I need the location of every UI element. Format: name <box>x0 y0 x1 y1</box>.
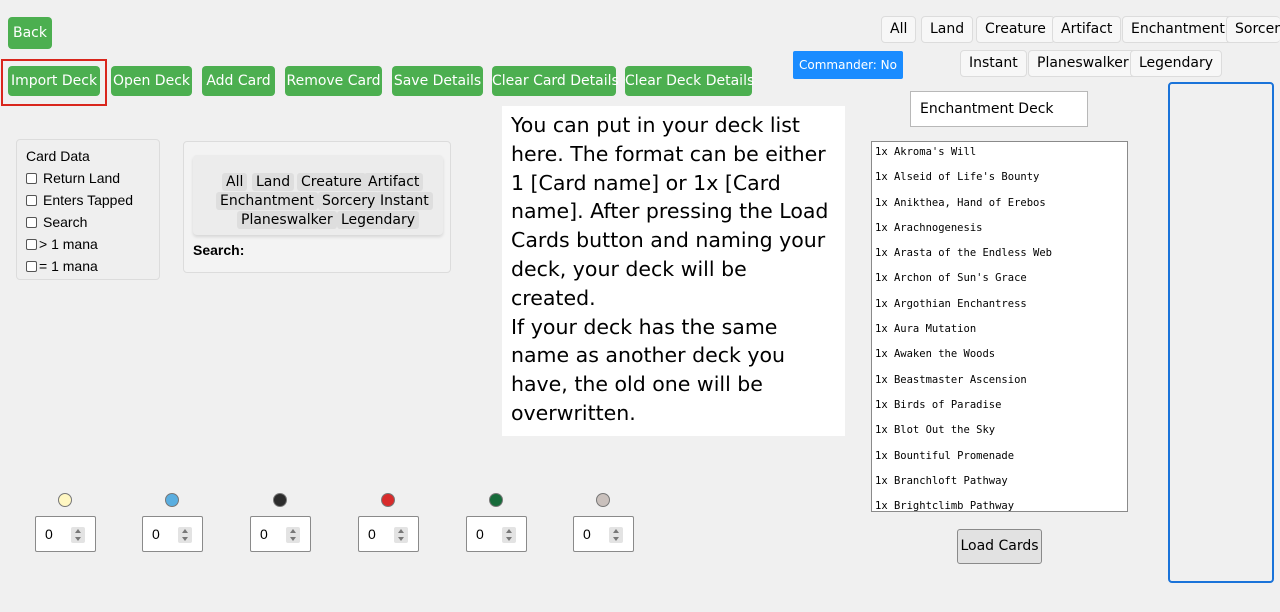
deck-list-line: 1x Beastmaster Ascension <box>875 373 1027 386</box>
search-checkbox[interactable] <box>26 216 37 228</box>
deck-list-line: 1x Akroma's Will <box>875 146 977 158</box>
search-filter-creature[interactable]: Creature <box>297 173 366 191</box>
deck-list-line: 1x Bountiful Promenade <box>875 449 1015 462</box>
mana-count-input[interactable]: 0 <box>35 516 96 552</box>
mana-count-value: 0 <box>583 526 591 542</box>
spinner-arrows-icon[interactable] <box>502 527 516 543</box>
filter-enchantment[interactable]: Enchantment <box>1122 16 1234 43</box>
enters-tapped-option[interactable]: Enters Tapped <box>26 189 150 211</box>
search-filter-artifact[interactable]: Artifact <box>364 173 424 191</box>
option-label: = 1 mana <box>39 258 98 274</box>
mana-count-input[interactable]: 0 <box>250 516 311 552</box>
mana-count-value: 0 <box>45 526 53 542</box>
card-data-panel: Card Data Return Land Enters Tapped Sear… <box>16 139 160 280</box>
mana-count-input[interactable]: 0 <box>466 516 527 552</box>
deck-list-line: 1x Birds of Paradise <box>875 398 1002 411</box>
equal-1-mana-option[interactable]: = 1 mana <box>26 255 150 277</box>
add-card-button[interactable]: Add Card <box>202 66 275 96</box>
instructions-paragraph: If your deck has the same name as anothe… <box>511 314 786 425</box>
remove-card-button[interactable]: Remove Card <box>285 66 382 96</box>
search-filter-all[interactable]: All <box>222 173 248 191</box>
spinner-arrows-icon[interactable] <box>71 527 85 543</box>
colorless-mana-icon <box>596 493 610 507</box>
return-land-checkbox[interactable] <box>26 172 37 184</box>
instructions-text: You can put in your deck list here. The … <box>502 106 845 436</box>
search-filter-enchantment[interactable]: Enchantment <box>216 192 318 210</box>
spinner-arrows-icon[interactable] <box>394 527 408 543</box>
filter-instant[interactable]: Instant <box>960 50 1027 77</box>
equal-1-mana-checkbox[interactable] <box>26 260 37 272</box>
card-data-title: Card Data <box>26 148 90 164</box>
search-label: Search: <box>193 242 245 258</box>
commander-toggle-button[interactable]: Commander: No <box>793 51 903 79</box>
deck-list-line: 1x Archon of Sun's Grace <box>875 272 1027 285</box>
search-filter-land[interactable]: Land <box>252 173 295 191</box>
mana-count-value: 0 <box>368 526 376 542</box>
deck-list-line: 1x Arachnogenesis <box>875 221 983 234</box>
deck-name-input[interactable]: Enchantment Deck <box>910 91 1088 127</box>
filter-artifact[interactable]: Artifact <box>1052 16 1122 43</box>
red-mana-icon <box>381 493 395 507</box>
mana-count-value: 0 <box>152 526 160 542</box>
mana-count-input[interactable]: 0 <box>142 516 203 552</box>
option-label: > 1 mana <box>39 236 98 252</box>
search-filter-instant[interactable]: Instant <box>376 192 433 210</box>
instructions-paragraph: You can put in your deck list here. The … <box>511 113 829 310</box>
search-option[interactable]: Search <box>26 211 150 233</box>
filter-sorcery[interactable]: Sorcery <box>1226 16 1280 43</box>
deck-list-line: 1x Alseid of Life's Bounty <box>875 171 1040 184</box>
greater-than-1-mana-checkbox[interactable] <box>26 238 37 250</box>
mana-count-input[interactable]: 0 <box>358 516 419 552</box>
deck-list-line: 1x Branchloft Pathway <box>875 474 1008 487</box>
option-label: Search <box>43 214 88 230</box>
filter-planeswalker[interactable]: Planeswalker <box>1028 50 1138 77</box>
blue-mana-icon <box>165 493 179 507</box>
mana-count-input[interactable]: 0 <box>573 516 634 552</box>
load-cards-button[interactable]: Load Cards <box>957 529 1042 564</box>
search-filter-legendary[interactable]: Legendary <box>337 211 420 229</box>
search-filter-sorcery[interactable]: Sorcery <box>318 192 380 210</box>
mana-count-value: 0 <box>260 526 268 542</box>
deck-list-line: 1x Anikthea, Hand of Erebos <box>875 196 1046 209</box>
mana-count-value: 0 <box>476 526 484 542</box>
black-mana-icon <box>273 493 287 507</box>
deck-list-line: 1x Awaken the Woods <box>875 348 996 361</box>
back-button[interactable]: Back <box>8 17 52 49</box>
deck-list-line: 1x Blot Out the Sky <box>875 424 996 437</box>
deck-list-line: 1x Aura Mutation <box>875 323 977 336</box>
spinner-arrows-icon[interactable] <box>609 527 623 543</box>
spinner-arrows-icon[interactable] <box>286 527 300 543</box>
search-filter-planeswalker[interactable]: Planeswalker <box>237 211 337 229</box>
spinner-arrows-icon[interactable] <box>178 527 192 543</box>
deck-list-line: 1x Arasta of the Endless Web <box>875 247 1053 260</box>
clear-card-details-button[interactable]: Clear Card Details <box>492 66 619 96</box>
return-land-option[interactable]: Return Land <box>26 167 150 189</box>
greater-than-1-mana-option[interactable]: > 1 mana <box>26 233 150 255</box>
deck-list-line: 1x Brightclimb Pathway <box>875 500 1015 512</box>
deck-list-textarea[interactable]: 1x Akroma's Will 1x Alseid of Life's Boun… <box>871 141 1128 512</box>
deck-list-line: 1x Argothian Enchantress <box>875 297 1027 310</box>
white-mana-icon <box>58 493 72 507</box>
option-label: Enters Tapped <box>43 192 134 208</box>
deck-card-panel[interactable] <box>1168 82 1274 583</box>
option-label: Return Land <box>43 170 121 186</box>
search-filter-tags: All Land Creature Artifact Enchantment S… <box>193 155 443 235</box>
search-panel: All Land Creature Artifact Enchantment S… <box>183 141 451 273</box>
enters-tapped-checkbox[interactable] <box>26 194 37 206</box>
filter-all[interactable]: All <box>881 16 917 43</box>
save-details-button[interactable]: Save Details <box>392 66 483 96</box>
filter-creature[interactable]: Creature <box>976 16 1055 43</box>
open-deck-button[interactable]: Open Deck <box>111 66 192 96</box>
clear-deck-details-button[interactable]: Clear Deck Details <box>625 66 754 96</box>
import-deck-button[interactable]: Import Deck <box>8 66 100 96</box>
filter-legendary[interactable]: Legendary <box>1130 50 1223 77</box>
green-mana-icon <box>489 493 503 507</box>
filter-land[interactable]: Land <box>921 16 974 43</box>
